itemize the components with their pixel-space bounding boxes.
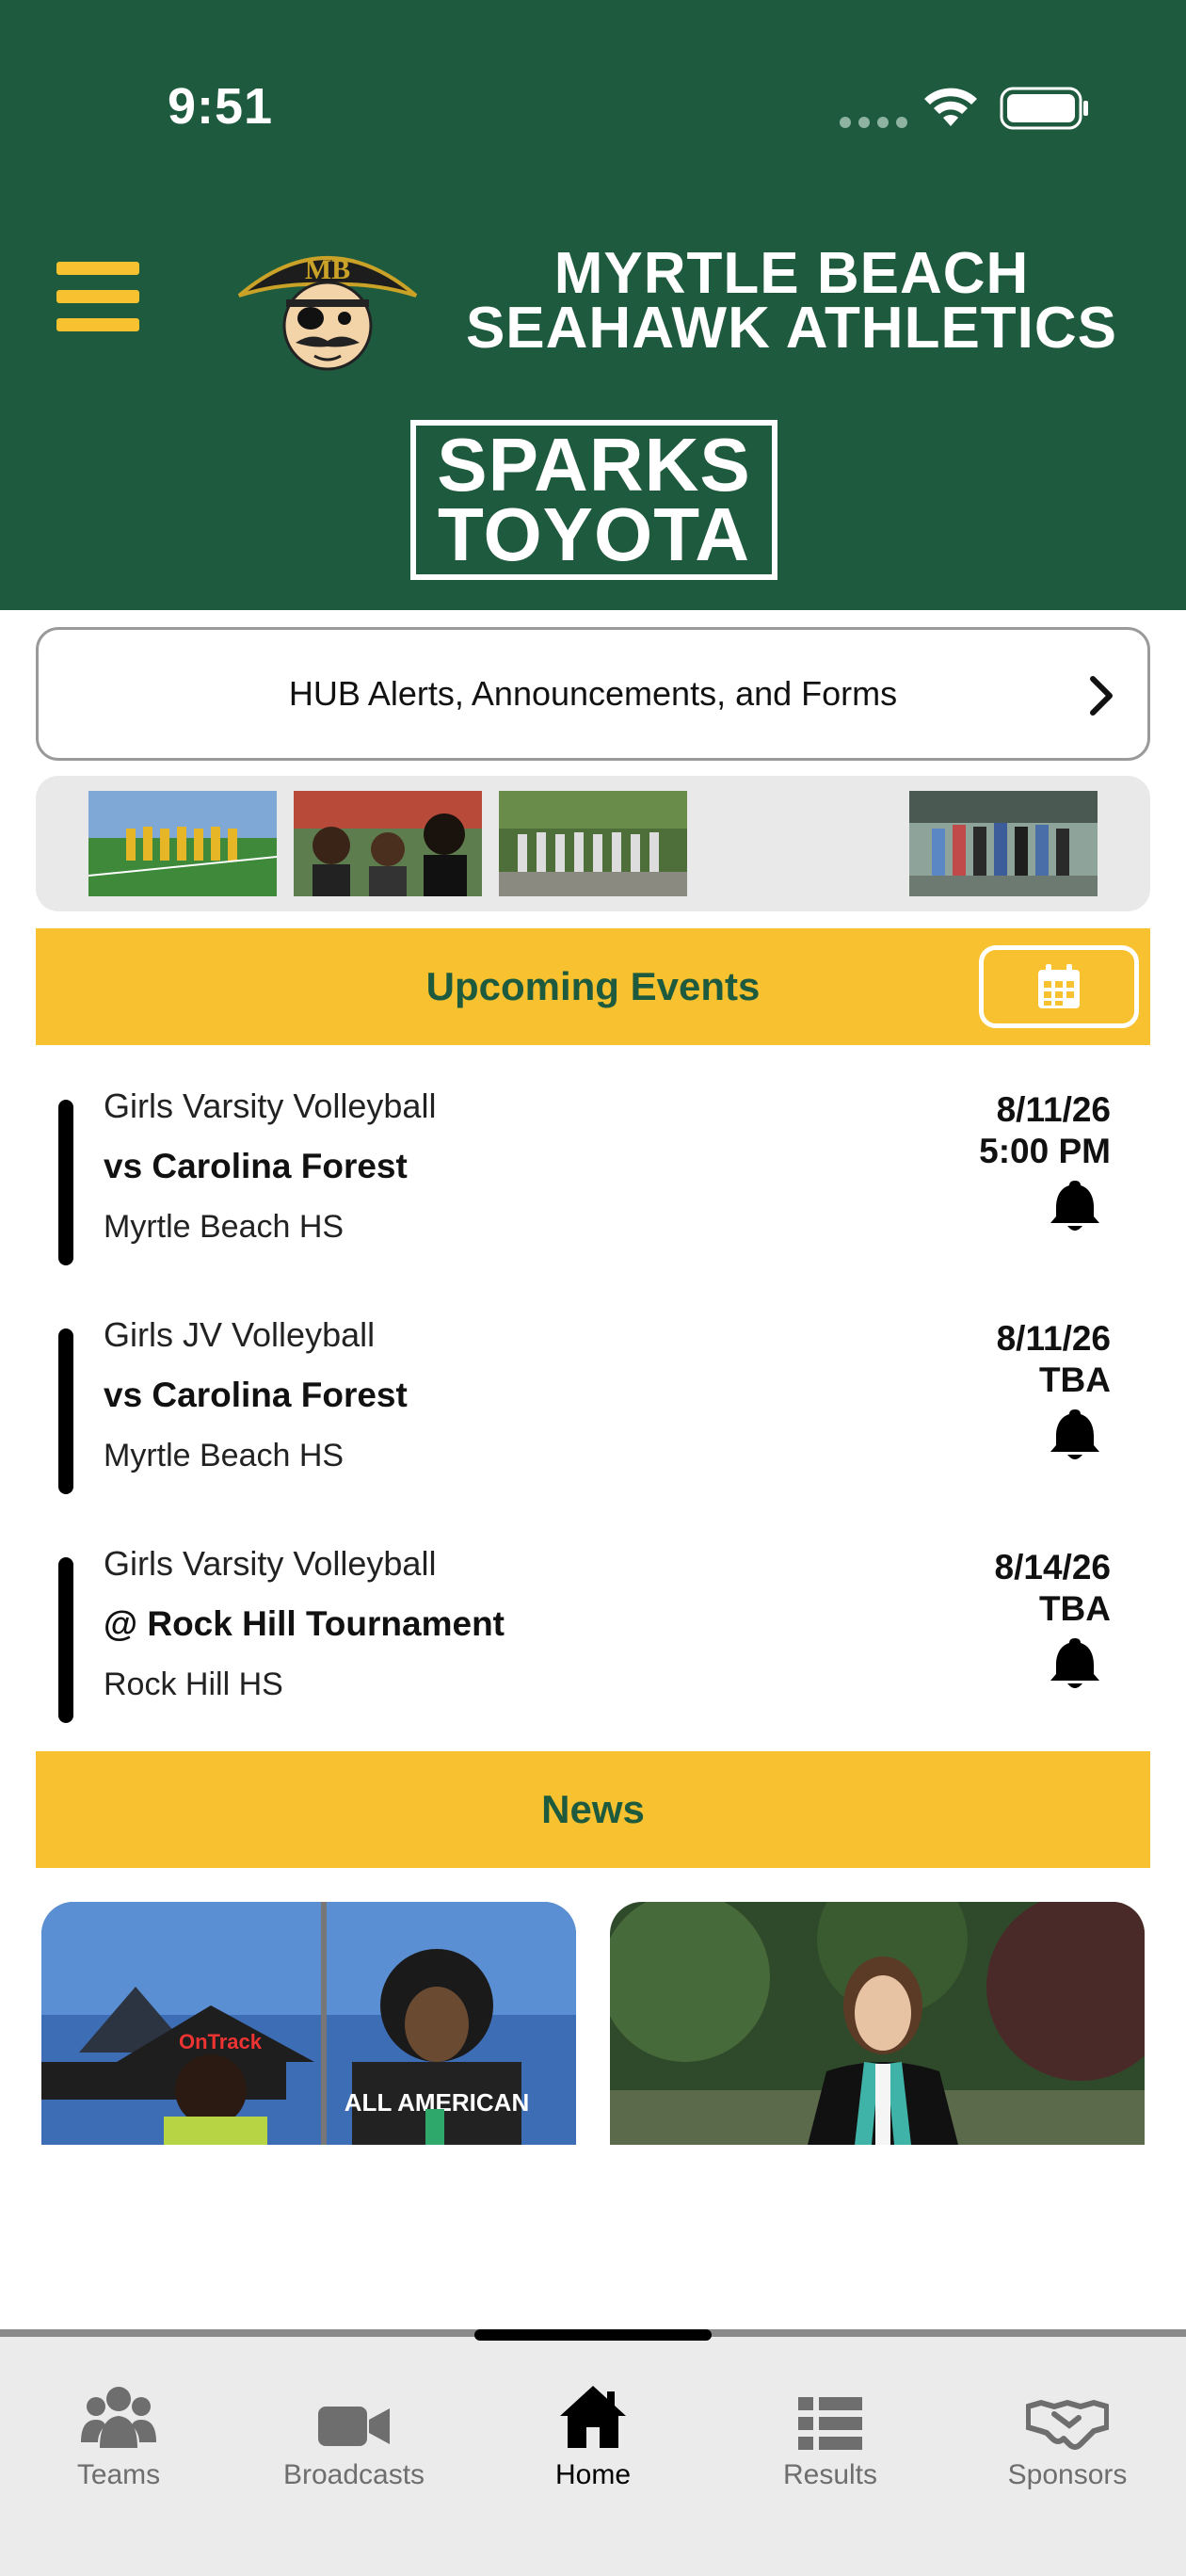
sponsor-logo[interactable]: SPARKS TOYOTA <box>410 420 777 580</box>
chevron-right-icon <box>1090 676 1113 716</box>
carousel-photo[interactable] <box>499 791 687 896</box>
news-card[interactable] <box>610 1902 1145 2145</box>
event-marker <box>58 1100 73 1265</box>
event-item[interactable]: Girls Varsity Volleyball vs Carolina For… <box>36 1075 1150 1265</box>
battery-icon <box>1000 87 1088 130</box>
tab-home[interactable]: Home <box>480 2375 706 2491</box>
tab-results[interactable]: Results <box>717 2375 943 2491</box>
event-time: 5:00 PM <box>979 1132 1111 1170</box>
menu-icon-line <box>56 318 139 331</box>
bell-icon[interactable] <box>1049 1177 1101 1233</box>
school-mascot-logo: MB <box>233 230 422 380</box>
event-marker <box>58 1328 73 1494</box>
carousel-photo[interactable] <box>88 791 277 896</box>
brand-line-2: SEAHAWK ATHLETICS <box>465 296 1118 361</box>
upcoming-events-title: Upcoming Events <box>425 964 761 1008</box>
event-time: TBA <box>1038 1589 1111 1628</box>
event-time: TBA <box>1038 1360 1111 1399</box>
logo-letters: MB <box>305 254 350 285</box>
sponsor-logo-line-2: TOYOTA <box>438 492 750 576</box>
event-item[interactable]: Girls Varsity Volleyball @ Rock Hill Tou… <box>36 1533 1150 1723</box>
carousel-photo[interactable] <box>909 791 1098 896</box>
news-title: News <box>541 1787 645 1831</box>
event-venue: Myrtle Beach HS <box>104 1438 345 1473</box>
menu-icon-line <box>56 290 139 303</box>
tab-broadcasts[interactable]: Broadcasts <box>241 2375 467 2491</box>
people-icon <box>81 2387 156 2448</box>
brand-name: MYRTLE BEACH SEAHAWK ATHLETICS <box>457 241 1126 361</box>
app-screen: 9:51 MB MYRTLE BEACH SEAHAWK ATHLETICS S… <box>0 0 1186 2576</box>
menu-icon-line <box>56 262 139 275</box>
event-team: Girls Varsity Volleyball <box>104 1544 437 1583</box>
tab-home-label: Home <box>554 2459 632 2490</box>
header: 9:51 MB MYRTLE BEACH SEAHAWK ATHLETICS S… <box>0 0 1186 610</box>
status-time: 9:51 <box>168 78 274 135</box>
bell-icon[interactable] <box>1049 1634 1101 1691</box>
carousel-photo[interactable] <box>294 791 482 896</box>
news-card[interactable]: OnTrack ALL AMERICAN <box>41 1902 576 2145</box>
tab-bar: Teams Broadcasts Home Results Sponsors <box>0 2329 1186 2576</box>
home-indicator <box>474 2329 712 2341</box>
signal-dots-icon <box>840 117 907 128</box>
sponsor-logo-line-1: SPARKS <box>437 423 751 507</box>
event-opponent: @ Rock Hill Tournament <box>104 1604 505 1643</box>
event-opponent: vs Carolina Forest <box>104 1376 408 1414</box>
photo-carousel[interactable] <box>36 776 1150 911</box>
tab-teams[interactable]: Teams <box>6 2375 232 2491</box>
brand-line-1: MYRTLE BEACH <box>553 241 1030 306</box>
event-venue: Myrtle Beach HS <box>104 1209 345 1245</box>
event-team: Girls JV Volleyball <box>104 1315 376 1354</box>
alerts-label: HUB Alerts, Announcements, and Forms <box>288 674 898 713</box>
handshake-icon <box>1026 2400 1109 2450</box>
tab-teams-label: Teams <box>76 2459 161 2490</box>
wifi-icon <box>924 88 977 126</box>
event-date: 8/14/26 <box>994 1548 1111 1586</box>
news-banner-text: OnTrack <box>179 2030 263 2053</box>
list-icon <box>798 2397 862 2450</box>
event-marker <box>58 1557 73 1723</box>
event-date: 8/11/26 <box>996 1319 1111 1358</box>
news-photo: OnTrack ALL AMERICAN <box>41 1902 576 2145</box>
alerts-button[interactable]: HUB Alerts, Announcements, and Forms <box>36 627 1150 761</box>
tab-results-label: Results <box>782 2459 878 2490</box>
news-photo <box>610 1902 1145 2145</box>
calendar-button[interactable] <box>979 945 1139 1028</box>
event-opponent: vs Carolina Forest <box>104 1147 408 1185</box>
event-team: Girls Varsity Volleyball <box>104 1087 437 1125</box>
home-icon <box>560 2386 626 2448</box>
upcoming-events-header: Upcoming Events <box>36 928 1150 1045</box>
tab-sponsors[interactable]: Sponsors <box>954 2375 1180 2491</box>
calendar-icon <box>1038 964 1080 1008</box>
video-camera-icon <box>318 2407 390 2446</box>
event-item[interactable]: Girls JV Volleyball vs Carolina Forest M… <box>36 1304 1150 1494</box>
tab-sponsors-label: Sponsors <box>1007 2459 1128 2490</box>
bell-icon[interactable] <box>1049 1406 1101 1462</box>
event-venue: Rock Hill HS <box>104 1666 283 1702</box>
tab-broadcasts-label: Broadcasts <box>282 2459 425 2490</box>
event-date: 8/11/26 <box>996 1090 1111 1129</box>
news-header: News <box>36 1751 1150 1868</box>
menu-button[interactable] <box>56 262 139 331</box>
